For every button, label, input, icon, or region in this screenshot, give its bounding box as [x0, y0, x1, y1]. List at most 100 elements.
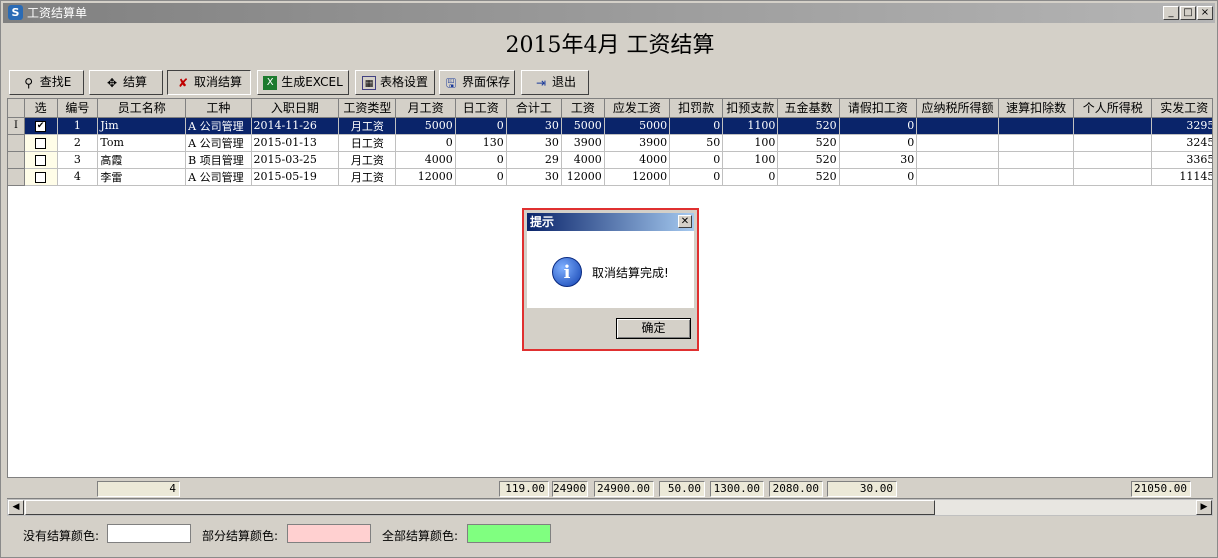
cell-tax[interactable]: [1073, 151, 1153, 169]
minimize-button[interactable]: _: [1163, 6, 1179, 20]
cell-type[interactable]: A 公司管理: [185, 134, 252, 152]
cell-quick[interactable]: [998, 151, 1075, 169]
close-button[interactable]: ×: [1197, 6, 1213, 20]
cell-day[interactable]: 130: [455, 134, 507, 152]
settle-button[interactable]: ✥ 结算: [89, 70, 163, 95]
cell-fine[interactable]: 50: [669, 134, 724, 152]
scroll-left-icon[interactable]: ◀: [8, 500, 24, 515]
cell-advance[interactable]: 100: [722, 151, 779, 169]
partial-settled-swatch[interactable]: [287, 524, 371, 543]
cell-due[interactable]: 3900: [604, 134, 671, 152]
row-indicator[interactable]: [8, 168, 25, 186]
cell-base[interactable]: 520: [777, 134, 840, 152]
cell-advance[interactable]: 100: [722, 134, 779, 152]
cell-date[interactable]: 2015-01-13: [251, 134, 340, 152]
cell-due[interactable]: 4000: [604, 151, 671, 169]
column-header[interactable]: 应纳税所得额: [916, 99, 999, 118]
table-row[interactable]: I ✔ 1 Jim A 公司管理 2014-11-26 月工资 5000 0 30 5000 5000…: [8, 117, 1212, 135]
none-settled-swatch[interactable]: [107, 524, 191, 543]
select-cell[interactable]: [24, 134, 58, 152]
cell-month[interactable]: 0: [395, 134, 456, 152]
cell-net[interactable]: 3295: [1151, 117, 1212, 135]
find-button[interactable]: ⚲ 查找E: [9, 70, 84, 95]
column-header[interactable]: 实发工资: [1151, 99, 1212, 118]
cell-quick[interactable]: [998, 168, 1075, 186]
row-indicator[interactable]: [8, 151, 25, 169]
cell-taxable[interactable]: [916, 168, 999, 186]
cell-type[interactable]: A 公司管理: [185, 117, 252, 135]
exit-button[interactable]: ⇥ 退出: [521, 70, 589, 95]
cell-type[interactable]: B 项目管理: [185, 151, 252, 169]
select-cell[interactable]: ✔: [24, 117, 58, 135]
cell-no[interactable]: 1: [57, 117, 99, 135]
column-header[interactable]: 应发工资: [604, 99, 671, 118]
cell-advance[interactable]: 0: [722, 168, 779, 186]
cell-wage[interactable]: 4000: [561, 151, 605, 169]
cell-name[interactable]: Jim: [97, 117, 187, 135]
cell-net[interactable]: 11145: [1151, 168, 1212, 186]
title-bar[interactable]: S 工资结算单 _ □ ×: [3, 3, 1215, 23]
cell-leave[interactable]: 30: [839, 151, 918, 169]
cell-no[interactable]: 4: [57, 168, 99, 186]
column-header[interactable]: 个人所得税: [1073, 99, 1153, 118]
select-checkbox[interactable]: [35, 171, 47, 183]
cell-wtype[interactable]: 月工资: [338, 151, 397, 169]
cell-base[interactable]: 520: [777, 117, 840, 135]
excel-button[interactable]: X 生成EXCEL: [257, 70, 349, 95]
cancel-settle-button[interactable]: ✘ 取消结算: [167, 70, 251, 95]
cell-tax[interactable]: [1073, 168, 1153, 186]
cell-wtype[interactable]: 月工资: [338, 117, 397, 135]
cell-base[interactable]: 520: [777, 168, 840, 186]
cell-no[interactable]: 3: [57, 151, 99, 169]
cell-wtype[interactable]: 月工资: [338, 168, 397, 186]
column-header[interactable]: 工资: [561, 99, 605, 118]
cell-fine[interactable]: 0: [669, 168, 724, 186]
cell-taxable[interactable]: [916, 134, 999, 152]
cell-date[interactable]: 2014-11-26: [251, 117, 340, 135]
column-header[interactable]: 速算扣除数: [998, 99, 1075, 118]
cell-base[interactable]: 520: [777, 151, 840, 169]
cell-name[interactable]: 李雷: [97, 168, 187, 186]
column-header[interactable]: 编号: [57, 99, 99, 118]
select-checkbox[interactable]: ✔: [35, 120, 47, 132]
select-cell[interactable]: [24, 168, 58, 186]
cell-name[interactable]: Tom: [97, 134, 187, 152]
column-header[interactable]: 五金基数: [777, 99, 840, 118]
cell-due[interactable]: 12000: [604, 168, 671, 186]
column-header[interactable]: 合计工: [506, 99, 562, 118]
all-settled-swatch[interactable]: [467, 524, 551, 543]
cell-leave[interactable]: 0: [839, 168, 918, 186]
cell-net[interactable]: 3365: [1151, 151, 1212, 169]
select-checkbox[interactable]: [35, 154, 47, 166]
cell-day[interactable]: 0: [455, 151, 507, 169]
cell-total[interactable]: 29: [506, 151, 562, 169]
cell-name[interactable]: 高霞: [97, 151, 187, 169]
column-header[interactable]: 工资类型: [338, 99, 397, 118]
cell-day[interactable]: 0: [455, 117, 507, 135]
cell-date[interactable]: 2015-03-25: [251, 151, 340, 169]
cell-date[interactable]: 2015-05-19: [251, 168, 340, 186]
cell-tax[interactable]: [1073, 117, 1153, 135]
cell-taxable[interactable]: [916, 117, 999, 135]
dialog-title-bar[interactable]: 提示 ✕: [527, 213, 694, 231]
cell-wtype[interactable]: 日工资: [338, 134, 397, 152]
column-header[interactable]: 员工名称: [97, 99, 187, 118]
column-header[interactable]: 请假扣工资: [839, 99, 918, 118]
cell-wage[interactable]: 12000: [561, 168, 605, 186]
cell-total[interactable]: 30: [506, 134, 562, 152]
cell-day[interactable]: 0: [455, 168, 507, 186]
cell-wage[interactable]: 3900: [561, 134, 605, 152]
scroll-thumb[interactable]: [25, 500, 935, 515]
table-settings-button[interactable]: ▦ 表格设置: [355, 70, 435, 95]
select-checkbox[interactable]: [35, 137, 47, 149]
column-header[interactable]: 月工资: [395, 99, 456, 118]
row-indicator[interactable]: [8, 134, 25, 152]
cell-no[interactable]: 2: [57, 134, 99, 152]
ok-button[interactable]: 确定: [616, 318, 691, 339]
cell-net[interactable]: 3245: [1151, 134, 1212, 152]
cell-total[interactable]: 30: [506, 117, 562, 135]
save-ui-button[interactable]: 🖫 界面保存: [439, 70, 515, 95]
cell-fine[interactable]: 0: [669, 151, 724, 169]
dialog-close-icon[interactable]: ✕: [678, 215, 692, 228]
cell-month[interactable]: 5000: [395, 117, 456, 135]
